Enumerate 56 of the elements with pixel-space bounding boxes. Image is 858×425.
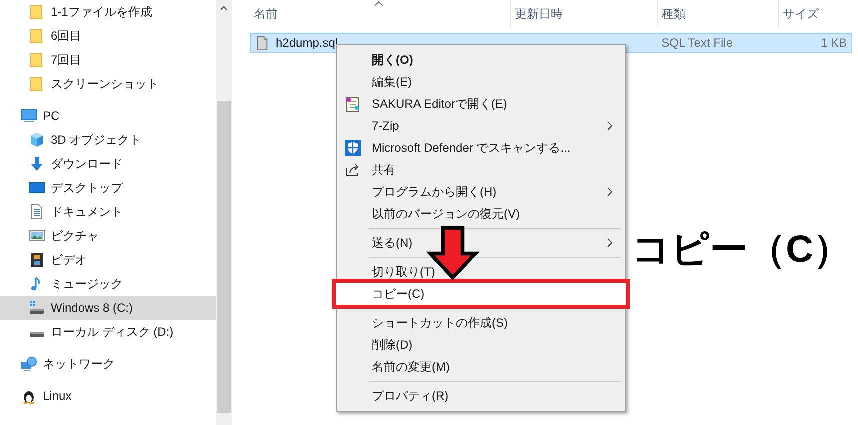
sidebar-item[interactable]: PC <box>0 104 216 128</box>
sidebar-item[interactable]: ダウンロード <box>0 152 216 176</box>
file-size: 1 KB <box>820 36 848 50</box>
film-icon <box>29 252 45 268</box>
folder-icon <box>29 4 45 20</box>
file-name: h2dump.sql <box>276 36 338 50</box>
sidebar-item[interactable]: ローカル ディスク (D:) <box>0 320 216 344</box>
menu-item[interactable]: プログラムから開く(H) <box>339 181 623 203</box>
sidebar-item[interactable]: ビデオ <box>0 248 216 272</box>
document-icon <box>29 204 45 220</box>
menu-item[interactable]: 以前のバージョンの復元(V) <box>339 203 623 225</box>
notepad-icon <box>345 96 361 112</box>
column-header[interactable]: 更新日時 <box>511 0 658 28</box>
column-header[interactable]: 名前 <box>250 0 511 28</box>
sidebar-item[interactable]: Windows 8 (C:) <box>0 296 216 320</box>
sidebar-item[interactable]: デスクトップ <box>0 176 216 200</box>
sort-chevron-icon <box>374 1 384 7</box>
network-icon <box>21 356 37 372</box>
file-type: SQL Text File <box>660 36 734 50</box>
share-icon <box>345 162 361 178</box>
folder-icon <box>29 76 45 92</box>
sidebar-item[interactable]: 7回目 <box>0 48 216 72</box>
menu-item[interactable]: Microsoft Defender でスキャンする... <box>339 137 623 159</box>
menu-item[interactable]: 編集(E) <box>339 71 623 93</box>
desktop-icon <box>29 180 45 196</box>
drive-icon <box>29 300 45 316</box>
sidebar-item[interactable]: Linux <box>0 384 216 408</box>
sidebar-item[interactable]: ピクチャ <box>0 224 216 248</box>
picture-frame-icon <box>29 228 45 244</box>
sidebar-item[interactable]: ネットワーク <box>0 352 216 376</box>
shield-icon <box>345 140 361 156</box>
annotation-caption: コピー（C） <box>632 228 852 273</box>
menu-item[interactable]: プロパティ(R) <box>339 385 623 407</box>
sidebar-item[interactable]: スクリーンショット <box>0 72 216 96</box>
sidebar-item[interactable]: ミュージック <box>0 272 216 296</box>
scrollbar[interactable] <box>216 0 232 425</box>
sidebar-item[interactable]: ドキュメント <box>0 200 216 224</box>
monitor-icon <box>21 108 37 124</box>
cube-icon <box>29 132 45 148</box>
sidebar-item[interactable]: 3D オブジェクト <box>0 128 216 152</box>
menu-item[interactable]: 削除(D) <box>339 334 623 356</box>
down-arrow-icon <box>29 156 45 172</box>
menu-item[interactable]: 名前の変更(M) <box>339 356 623 378</box>
menu-item[interactable]: コピー(C) <box>332 279 630 309</box>
sidebar-item[interactable]: 1-1ファイルを作成 <box>0 0 216 24</box>
folder-icon <box>29 52 45 68</box>
menu-item[interactable]: 7-Zip <box>339 115 623 137</box>
folder-icon <box>29 28 45 44</box>
column-header[interactable]: 種類 <box>658 0 779 28</box>
file-icon <box>255 36 270 50</box>
menu-item[interactable]: ショートカットの作成(S) <box>339 312 623 334</box>
column-header[interactable]: サイズ <box>779 0 852 28</box>
menu-item[interactable]: SAKURA Editorで開く(E) <box>339 93 623 115</box>
sidebar-item[interactable]: 6回目 <box>0 24 216 48</box>
menu-item[interactable]: 共有 <box>339 159 623 181</box>
menu-item[interactable]: 送る(N) <box>339 232 623 254</box>
